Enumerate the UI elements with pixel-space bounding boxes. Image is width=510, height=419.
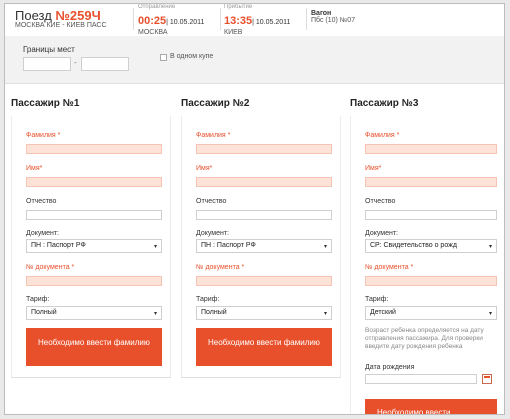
arrival-block: Прибытие 13:35| 10.05.2011 КИЕВ [224, 4, 290, 37]
age-note: Возраст ребенка определяется на дату отп… [365, 327, 484, 350]
doc-number-label: № документа * [365, 264, 414, 271]
patronymic-label: Отчество [365, 198, 396, 205]
name-label: Имя* [196, 165, 213, 172]
seat-filter-band: Границы мест - В одном купе [5, 36, 504, 84]
booking-frame: Поезд №259Ч МОСКВА КИЕ - КИЕВ ПАСС Отпра… [4, 3, 505, 415]
train-route: МОСКВА КИЕ - КИЕВ ПАСС [15, 22, 107, 29]
document-select-value: СР: Свидетельство о рожд [370, 242, 457, 249]
divider [306, 8, 307, 30]
wagon-value: Пбс (10) №07 [311, 17, 356, 24]
doc-number-input[interactable] [26, 276, 162, 286]
document-select[interactable]: ПН : Паспорт РФ ▾ [26, 239, 162, 253]
document-select-value: ПН : Паспорт РФ [201, 242, 256, 249]
passenger-3-card: Фамилия * Имя* Отчество Документ: СР: Св… [350, 116, 504, 414]
tariff-select[interactable]: Детский ▾ [365, 306, 497, 320]
patronymic-input[interactable] [196, 210, 332, 220]
divider [220, 8, 221, 30]
wagon-label: Вагон [311, 10, 332, 17]
seat-range-separator: - [74, 58, 77, 67]
name-label: Имя* [365, 165, 382, 172]
tariff-select-value: Детский [370, 309, 396, 316]
name-input[interactable] [26, 177, 162, 187]
document-label: Документ: [26, 230, 59, 237]
document-select-value: ПН : Паспорт РФ [31, 242, 86, 249]
departure-block: Отправление 00:25| 10.05.2011 МОСКВА [138, 4, 204, 37]
surname-label: Фамилия * [26, 132, 61, 139]
arrival-label: Прибытие [224, 4, 253, 10]
departure-time: 00:25 [138, 15, 167, 27]
divider [133, 8, 134, 30]
doc-number-label: № документа * [196, 264, 245, 271]
birthdate-label: Дата рождения [365, 364, 415, 371]
train-label: Поезд [15, 8, 52, 23]
patronymic-input[interactable] [26, 210, 162, 220]
document-select[interactable]: ПН : Паспорт РФ ▾ [196, 239, 332, 253]
passenger-2-card: Фамилия * Имя* Отчество Документ: ПН : П… [181, 116, 341, 378]
surname-label: Фамилия * [196, 132, 231, 139]
wagon-block: Вагон Пбс (10) №07 [311, 10, 355, 25]
same-compartment-checkbox[interactable] [160, 54, 167, 61]
surname-label: Фамилия * [365, 132, 400, 139]
tariff-label: Тариф: [26, 296, 50, 303]
patronymic-label: Отчество [26, 198, 57, 205]
doc-number-input[interactable] [365, 276, 497, 286]
departure-date: | 10.05.2011 [166, 19, 205, 26]
surname-input[interactable] [26, 144, 162, 154]
tariff-select-value: Полный [31, 309, 57, 316]
name-input[interactable] [365, 177, 497, 187]
chevron-down-icon: ▾ [323, 244, 327, 250]
chevron-down-icon: ▾ [153, 244, 157, 250]
train-header: Поезд №259Ч МОСКВА КИЕ - КИЕВ ПАСС Отпра… [5, 4, 504, 36]
tariff-label: Тариф: [196, 296, 220, 303]
surname-input[interactable] [196, 144, 332, 154]
seat-to-input[interactable] [81, 57, 129, 71]
passenger-3-title: Пассажир №3 [350, 98, 419, 109]
surname-error-button[interactable]: Необходимо ввести [365, 399, 497, 414]
calendar-icon[interactable] [482, 374, 492, 384]
chevron-down-icon: ▾ [153, 311, 157, 317]
tariff-select-value: Полный [201, 309, 227, 316]
tariff-label: Тариф: [365, 296, 389, 303]
tariff-select[interactable]: Полный ▾ [26, 306, 162, 320]
departure-label: Отправление [138, 4, 176, 10]
surname-input[interactable] [365, 144, 497, 154]
birthdate-input[interactable] [365, 374, 477, 384]
tariff-select[interactable]: Полный ▾ [196, 306, 332, 320]
name-input[interactable] [196, 177, 332, 187]
patronymic-label: Отчество [196, 198, 227, 205]
chevron-down-icon: ▾ [488, 244, 492, 250]
seat-from-input[interactable] [23, 57, 71, 71]
chevron-down-icon: ▾ [488, 311, 492, 317]
passenger-2-title: Пассажир №2 [181, 98, 250, 109]
same-compartment-label: В одном купе [170, 53, 214, 60]
train-number: №259Ч [55, 8, 101, 23]
doc-number-label: № документа * [26, 264, 75, 271]
document-label: Документ: [365, 230, 398, 237]
chevron-down-icon: ▾ [323, 311, 327, 317]
name-label: Имя* [26, 165, 43, 172]
patronymic-input[interactable] [365, 210, 497, 220]
passenger-1-card: Фамилия * Имя* Отчество Документ: ПН : П… [11, 116, 171, 378]
doc-number-input[interactable] [196, 276, 332, 286]
seat-range-label: Границы мест [23, 45, 75, 54]
train-title: Поезд №259Ч [15, 8, 101, 23]
document-select[interactable]: СР: Свидетельство о рожд ▾ [365, 239, 497, 253]
passenger-1-title: Пассажир №1 [11, 98, 80, 109]
arrival-date: | 10.05.2011 [252, 19, 291, 26]
document-label: Документ: [196, 230, 229, 237]
surname-error-button[interactable]: Необходимо ввести фамилию [26, 328, 162, 366]
arrival-time: 13:35 [224, 15, 253, 27]
surname-error-button[interactable]: Необходимо ввести фамилию [196, 328, 332, 366]
